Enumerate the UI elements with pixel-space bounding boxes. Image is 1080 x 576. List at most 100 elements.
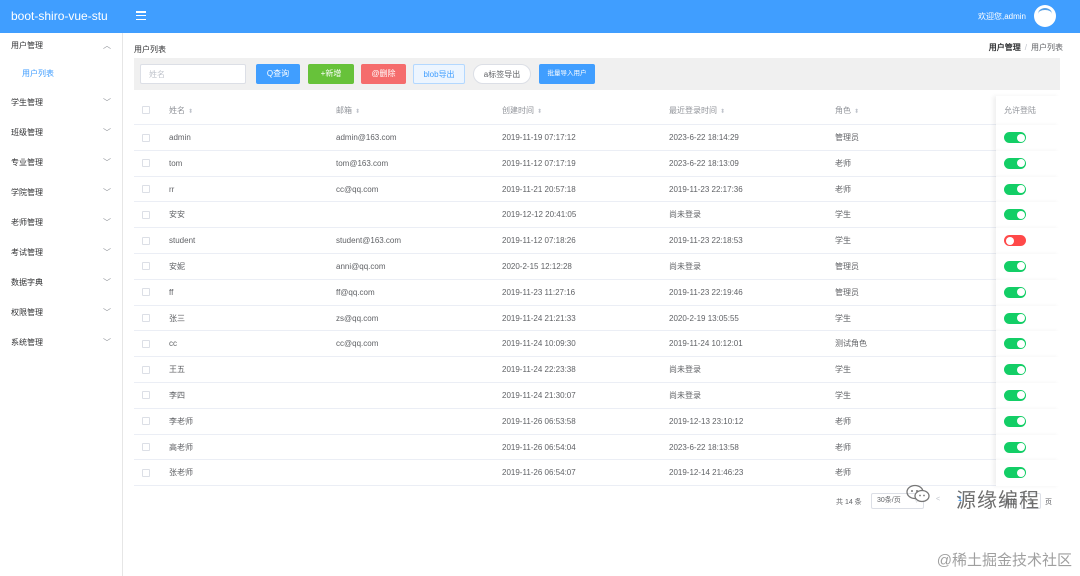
sidebar-subitem-user-list[interactable]: 用户列表 (0, 63, 123, 85)
cell-name: 王五 (169, 365, 185, 375)
table-row[interactable]: 张老师 2019-11-26 06:54:07 2019-12-14 21:46:2… (134, 460, 1060, 487)
breadcrumb-item-user-management[interactable]: 用户管理 (989, 43, 1021, 52)
row-checkbox[interactable] (142, 133, 150, 142)
table-row[interactable]: 张三 zs@qq.com 2019-11-24 21:21:33 2020-2-19 … (134, 305, 1060, 332)
row-checkbox[interactable] (142, 262, 150, 271)
cell-role: 管理员 (835, 133, 859, 142)
allow-login-toggle[interactable] (1004, 441, 1026, 453)
table-row[interactable]: student student@163.com 2019-11-12 07:18:2… (134, 228, 1060, 254)
welcome-text: 欢迎您,admin (977, 12, 1026, 21)
hamburger-menu-icon[interactable] (136, 11, 146, 21)
toggle-knob (1016, 262, 1025, 271)
cell-name: cc (169, 339, 177, 349)
search-input[interactable] (140, 64, 246, 84)
row-checkbox[interactable] (142, 185, 150, 194)
allow-login-toggle[interactable] (1004, 209, 1026, 221)
table-row[interactable]: tom tom@163.com 2019-11-12 07:17:19 2023-6-… (134, 150, 1060, 177)
column-header-created[interactable]: 创建时间 ⬍ (502, 96, 542, 125)
allow-login-toggle[interactable] (1004, 157, 1026, 169)
cell-created: 2019-11-26 06:53:58 (502, 416, 576, 426)
chevron-up-icon: ︿ (103, 41, 111, 50)
row-checkbox[interactable] (142, 288, 150, 297)
cell-email: tom@163.com (336, 158, 389, 168)
row-checkbox[interactable] (142, 159, 150, 168)
table-row[interactable]: 安妮 anni@qq.com 2020-2-15 12:12:28 尚未登录 管理员 (134, 253, 1060, 280)
breadcrumb-separator: / (1024, 43, 1027, 52)
sidebar-item-exam-management[interactable]: 考试管理 ﹀ (0, 240, 123, 266)
query-button[interactable]: Q查询 (256, 64, 300, 84)
sidebar-item-college-management[interactable]: 学院管理 ﹀ (0, 180, 123, 206)
row-checkbox[interactable] (142, 365, 150, 374)
select-all-checkbox[interactable] (142, 106, 150, 114)
cell-role: 老师 (835, 184, 851, 194)
sidebar-item-student-management[interactable]: 学生管理 ﹀ (0, 90, 123, 116)
cell-last-login: 2023-6-22 18:13:58 (669, 442, 739, 452)
user-avatar[interactable] (1034, 5, 1056, 27)
allow-login-toggle[interactable] (1004, 260, 1026, 272)
sort-icon[interactable]: ⬍ (854, 109, 859, 115)
sidebar-item-user-management[interactable]: 用户管理 ︿ (0, 33, 123, 59)
row-checkbox[interactable] (142, 417, 150, 426)
table-row[interactable]: admin admin@163.com 2019-11-19 07:17:12 202… (134, 125, 1060, 151)
table-row[interactable]: 李老师 2019-11-26 06:53:58 2019-12-13 23:10:1… (134, 408, 1060, 435)
sidebar-item-label: 学院管理 (11, 188, 43, 197)
sidebar-item-data-dictionary[interactable]: 数据字典 ﹀ (0, 270, 123, 296)
table-row[interactable]: 高老师 2019-11-26 06:54:04 2023-6-22 18:13:58… (134, 434, 1060, 461)
sort-icon[interactable]: ⬍ (188, 109, 193, 115)
column-header-name[interactable]: 姓名 ⬍ (169, 96, 193, 125)
app-brand[interactable]: boot-shiro-vue-stu (0, 0, 123, 33)
sidebar-item-system-management[interactable]: 系统管理 ﹀ (0, 330, 123, 356)
sidebar-item-teacher-management[interactable]: 老师管理 ﹀ (0, 210, 123, 236)
row-checkbox[interactable] (142, 391, 150, 400)
row-checkbox[interactable] (142, 210, 150, 219)
toggle-knob (1005, 236, 1014, 245)
row-checkbox[interactable] (142, 314, 150, 323)
sidebar: 用户管理 ︿ 用户列表 学生管理 ﹀ 班级管理 ﹀ 专业管理 ﹀ 学院管理 ﹀ … (0, 33, 123, 576)
cell-role: 学生 (835, 390, 851, 400)
allow-login-toggle[interactable] (1004, 312, 1026, 324)
sort-icon[interactable]: ⬍ (537, 109, 542, 115)
column-header-last-login[interactable]: 最近登录时间 ⬍ (669, 96, 725, 125)
add-button[interactable]: +新增 (308, 64, 354, 84)
table-row[interactable]: 李四 2019-11-24 21:30:07 尚未登录 学生 (134, 382, 1060, 409)
allow-login-toggle[interactable] (1004, 183, 1026, 195)
allow-login-toggle[interactable] (1004, 132, 1026, 143)
prev-page-icon[interactable]: < (936, 496, 940, 503)
allow-login-toggle[interactable] (1004, 467, 1026, 479)
row-checkbox[interactable] (142, 236, 150, 245)
cell-name: student (169, 236, 196, 246)
cell-created: 2019-11-24 21:30:07 (502, 390, 576, 400)
sort-icon[interactable]: ⬍ (355, 109, 360, 115)
sidebar-item-major-management[interactable]: 专业管理 ﹀ (0, 150, 123, 176)
row-checkbox[interactable] (142, 468, 150, 477)
table-row[interactable]: ff ff@qq.com 2019-11-23 11:27:16 2019-11-23… (134, 279, 1060, 306)
chevron-down-icon: ﹀ (103, 128, 111, 137)
row-checkbox[interactable] (142, 339, 150, 348)
sort-icon[interactable]: ⬍ (720, 109, 725, 115)
a-label-export-button[interactable]: a标签导出 (473, 64, 531, 84)
batch-import-button[interactable]: 批量导入用户 (539, 64, 595, 84)
cell-email: cc@qq.com (336, 184, 379, 194)
allow-login-toggle[interactable] (1004, 235, 1026, 247)
table-row[interactable]: 安安 2019-12-12 20:41:05 尚未登录 学生 (134, 202, 1060, 229)
allow-login-toggle[interactable] (1004, 338, 1026, 350)
toggle-knob (1016, 443, 1025, 452)
table-row[interactable]: cc cc@qq.com 2019-11-24 10:09:30 2019-11-24… (134, 331, 1060, 358)
sidebar-item-permission-management[interactable]: 权限管理 ﹀ (0, 300, 123, 326)
chevron-down-icon: ﹀ (103, 218, 111, 227)
column-header-email[interactable]: 邮箱 ⬍ (336, 96, 360, 125)
table-row[interactable]: rr cc@qq.com 2019-11-21 20:57:18 2019-11-23… (134, 176, 1060, 203)
row-checkbox[interactable] (142, 443, 150, 452)
allow-login-toggle[interactable] (1004, 286, 1026, 298)
allow-login-toggle[interactable] (1004, 389, 1026, 401)
table-row[interactable]: 王五 2019-11-24 22:23:38 尚未登录 学生 (134, 357, 1060, 383)
breadcrumb: 用户管理 / 用户列表 (989, 42, 1063, 53)
allow-login-toggle[interactable] (1004, 364, 1026, 376)
blob-export-button[interactable]: blob导出 (413, 64, 465, 84)
sidebar-item-class-management[interactable]: 班级管理 ﹀ (0, 120, 123, 146)
column-header-role[interactable]: 角色 ⬍ (835, 96, 859, 125)
cell-created: 2019-12-12 20:41:05 (502, 210, 577, 220)
delete-button[interactable]: @删除 (361, 64, 406, 84)
allow-login-toggle[interactable] (1004, 415, 1026, 427)
table-header: 姓名 ⬍ 邮箱 ⬍ 创建时间 ⬍ 最近登录时间 ⬍ 角色 ⬍ 允许登陆 (134, 96, 1060, 125)
